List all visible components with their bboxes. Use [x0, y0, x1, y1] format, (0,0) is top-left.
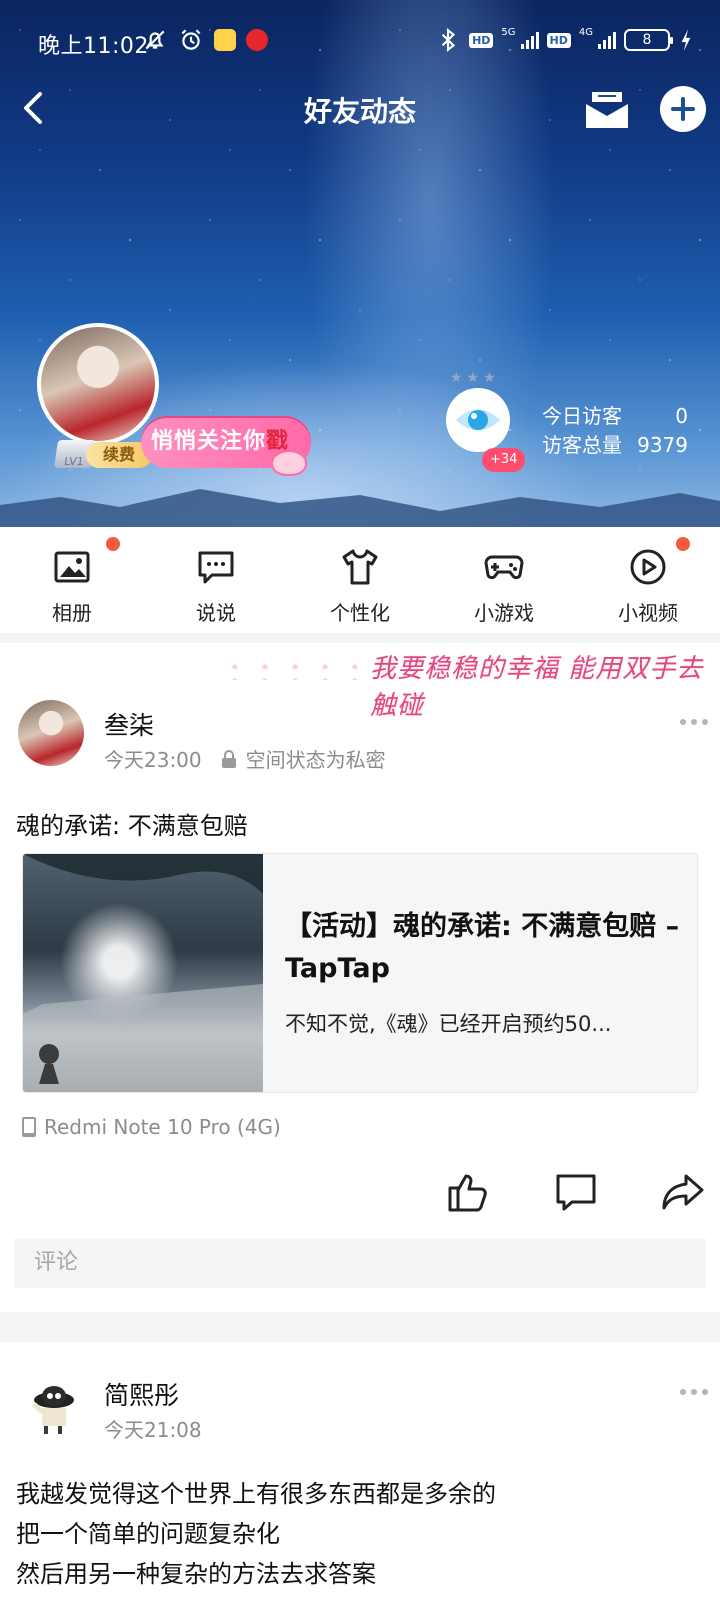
post-author-avatar[interactable]	[18, 700, 84, 766]
post-author-name[interactable]: 叁柒	[104, 706, 154, 742]
gamepad-icon	[484, 555, 524, 580]
post-text: 魂的承诺: 不满意包赔	[16, 812, 248, 840]
quick-menu-shuoshuo[interactable]: 说说	[144, 527, 288, 633]
tshirt-icon	[342, 549, 378, 585]
profile-avatar[interactable]	[37, 323, 159, 445]
eye-icon	[456, 409, 500, 431]
app-notification-icon-2	[246, 29, 268, 51]
follow-bubble-text: 悄悄关注你	[151, 429, 267, 454]
quick-menu-label: 相册	[52, 601, 92, 625]
lock-icon	[221, 749, 236, 768]
play-circle-icon	[630, 549, 666, 585]
alarm-clock-icon	[181, 29, 201, 50]
post-more-options-icon[interactable]	[680, 1387, 708, 1397]
post-privacy: 空间状态为私密	[245, 748, 386, 772]
quick-menu-videos[interactable]: 小视频	[576, 527, 720, 633]
visitor-stats[interactable]: 今日访客 0 访客总量 9379	[542, 402, 688, 460]
post-text-line: 然后用另一种复杂的方法去求答案	[16, 1560, 376, 1588]
visitor-new-count-badge: +34	[482, 448, 526, 472]
banner-decoration	[220, 660, 370, 680]
device-name: Redmi Note 10 Pro (4G)	[44, 1115, 281, 1139]
link-title: 【活动】魂的承诺: 不满意包赔 – TapTap	[285, 911, 680, 984]
quick-menu-label: 说说	[196, 601, 236, 625]
app-notification-icon	[214, 29, 236, 51]
post-meta: 今天21:08	[104, 1414, 202, 1443]
like-thumbs-up-icon[interactable]	[446, 1170, 490, 1214]
section-divider	[0, 1312, 720, 1342]
total-visitors-value: 9379	[637, 433, 688, 457]
share-arrow-icon[interactable]	[660, 1170, 706, 1214]
comment-bubble-icon[interactable]	[554, 1170, 598, 1214]
notification-dot	[106, 537, 120, 551]
shared-link-card[interactable]: 【活动】魂的承诺: 不满意包赔 – TapTap 不知不觉,《魂》已经开启预约5…	[22, 853, 698, 1093]
cover-banner[interactable]: 晚上11:02 HD 5G HD 4G 8 好友动态 LV1 续费 悄悄关注你戳	[0, 0, 720, 527]
pig-sticker-icon	[271, 450, 307, 476]
plus-icon	[671, 97, 695, 121]
quick-menu-album[interactable]: 相册	[0, 527, 144, 633]
quick-menu: 相册 说说 个性化 小游戏 小视频	[0, 527, 720, 633]
battery-indicator: 8	[624, 29, 673, 51]
mute-bell-icon	[145, 30, 165, 50]
hd-volte-icon-2: HD	[546, 32, 571, 48]
quick-menu-personalize[interactable]: 个性化	[288, 527, 690, 633]
network-type-5g: 5G	[501, 26, 516, 38]
photo-album-icon	[54, 551, 90, 583]
bluetooth-icon	[441, 27, 456, 53]
post-author-avatar[interactable]	[20, 1370, 86, 1436]
quick-menu-label: 小视频	[618, 601, 678, 625]
messages-inbox-icon[interactable]	[584, 88, 630, 130]
hd-volte-icon: HD	[469, 32, 494, 48]
secret-follow-bubble[interactable]: 悄悄关注你戳	[141, 416, 311, 476]
post-time: 今天21:08	[104, 1418, 202, 1442]
charging-bolt-icon	[681, 29, 691, 51]
mountain-silhouette	[0, 489, 720, 527]
link-description: 不知不觉,《魂》已经开启预约50...	[285, 1012, 612, 1036]
section-divider	[0, 633, 720, 643]
post-text-line: 我越发觉得这个世界上有很多东西都是多余的	[16, 1480, 496, 1508]
post-text: 我越发觉得这个世界上有很多东西都是多余的 把一个简单的问题复杂化 然后用另一种复…	[16, 1474, 496, 1594]
post-more-options-icon[interactable]	[680, 717, 708, 727]
sheep-figure-avatar	[32, 1386, 74, 1434]
add-button[interactable]	[660, 86, 706, 132]
post-text-line: 把一个简单的问题复杂化	[16, 1520, 280, 1548]
total-visitors-label: 访客总量	[542, 433, 622, 457]
tree-landscape-illustration	[23, 854, 263, 1092]
visitor-eye-button[interactable]	[446, 388, 510, 452]
network-type-4g: 4G	[578, 26, 593, 38]
today-visitors-value: 0	[675, 404, 688, 428]
stars-decoration: ★★★	[450, 370, 500, 386]
quick-menu-label: 个性化	[330, 601, 390, 625]
status-time: 晚上11:02	[38, 34, 149, 59]
battery-level: 8	[642, 32, 652, 48]
quick-menu-games[interactable]: 小游戏	[432, 527, 576, 633]
post-meta: 今天23:00 空间状态为私密	[104, 744, 386, 773]
comment-input[interactable]: 评论	[14, 1238, 706, 1288]
post-time: 今天23:00	[104, 748, 202, 772]
status-bar: 晚上11:02 HD 5G HD 4G 8	[0, 0, 720, 84]
link-thumbnail-image	[23, 854, 263, 1092]
chat-bubble-icon	[198, 551, 234, 584]
signal-strength-icon	[520, 31, 539, 49]
post-device: Redmi Note 10 Pro (4G)	[20, 1115, 281, 1139]
vip-level-badge[interactable]: LV1 续费	[54, 438, 152, 468]
post-banner-text: 我要稳稳的幸福 能用双手去触碰	[370, 654, 704, 721]
signal-strength-icon-2	[598, 31, 616, 49]
post-author-name[interactable]: 简熙彤	[104, 1376, 179, 1412]
quick-menu-label: 小游戏	[474, 601, 534, 625]
phone-icon	[22, 1117, 36, 1137]
today-visitors-label: 今日访客	[542, 404, 622, 428]
